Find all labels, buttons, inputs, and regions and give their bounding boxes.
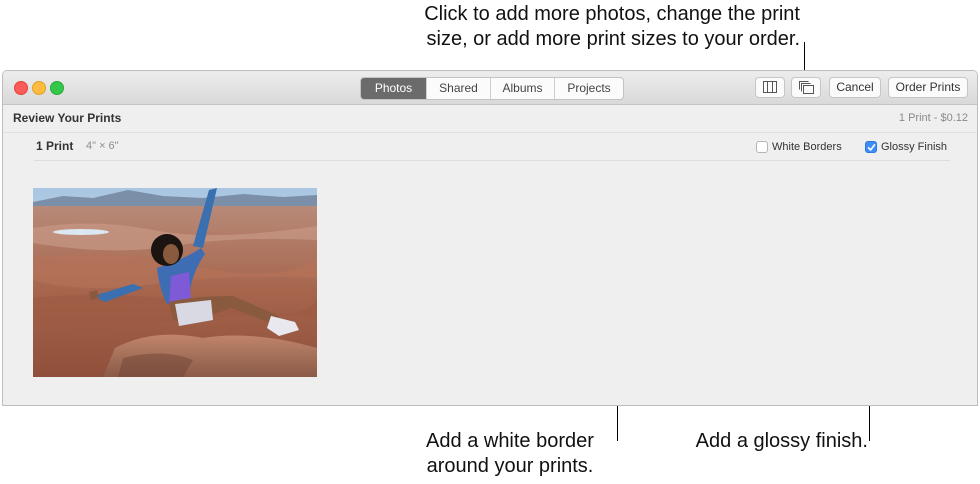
callout-add-photos-line1: Click to add more photos, change the pri…: [424, 3, 800, 25]
tab-projects[interactable]: Projects: [555, 78, 623, 99]
photos-window: Photos Shared Albums Projects Cancel Ord…: [2, 70, 978, 406]
zoom-window-button[interactable]: [50, 81, 64, 95]
glossy-finish-label: Glossy Finish: [881, 141, 948, 153]
print-item-row: 1 Print 4" × 6" White Borders Glossy Fin…: [34, 133, 950, 161]
sidebar-toggle-button[interactable]: [755, 77, 785, 98]
cancel-button[interactable]: Cancel: [829, 77, 881, 98]
page-title: Review Your Prints: [13, 111, 122, 125]
tab-albums[interactable]: Albums: [491, 78, 555, 99]
tab-shared[interactable]: Shared: [427, 78, 491, 99]
white-borders-checkbox[interactable]: [756, 141, 768, 153]
callout-add-photos: Click to add more photos, change the pri…: [330, 2, 800, 52]
print-size: 4" × 6": [86, 140, 119, 152]
print-count: 1 Print: [36, 139, 74, 153]
close-window-button[interactable]: [14, 81, 28, 95]
callout-white-border: Add a white border around your prints.: [405, 429, 615, 479]
checkmark-icon: [867, 144, 876, 151]
glossy-finish-checkbox[interactable]: [865, 141, 877, 153]
callout-white-border-line2: around your prints.: [426, 455, 594, 477]
callout-glossy-finish: Add a glossy finish.: [695, 430, 868, 452]
white-borders-label: White Borders: [772, 141, 842, 153]
white-borders-option[interactable]: White Borders: [756, 140, 842, 154]
print-photo-thumbnail[interactable]: [33, 188, 317, 377]
callout-white-border-line1: Add a white border: [426, 430, 594, 452]
callout-add-photos-line2: size, or add more print sizes to your or…: [426, 28, 801, 50]
order-prints-button[interactable]: Order Prints: [888, 77, 968, 98]
add-photos-stack-icon: [799, 81, 814, 94]
view-tabs: Photos Shared Albums Projects: [360, 77, 624, 100]
review-header: Review Your Prints 1 Print - $0.12: [3, 105, 977, 133]
sidebar-toggle-icon: [763, 81, 777, 93]
tab-photos[interactable]: Photos: [361, 78, 427, 99]
add-photos-button[interactable]: [791, 77, 821, 98]
title-bar: Photos Shared Albums Projects Cancel Ord…: [3, 71, 977, 105]
minimize-window-button[interactable]: [32, 81, 46, 95]
order-total: 1 Print - $0.12: [898, 112, 968, 124]
photo-image: [33, 188, 317, 377]
glossy-finish-option[interactable]: Glossy Finish: [865, 140, 947, 154]
